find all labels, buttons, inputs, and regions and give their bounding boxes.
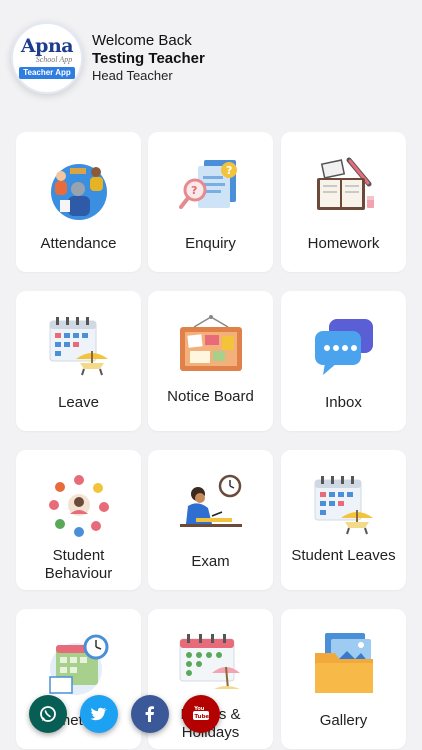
tile-student-leaves[interactable]: Student Leaves — [281, 450, 406, 590]
tile-leave[interactable]: Leave — [16, 291, 141, 431]
leave-calendar-icon — [49, 317, 108, 376]
apna-school-logo: Apna School App Teacher App — [11, 22, 83, 94]
facebook-icon — [145, 706, 154, 722]
student-leaves-calendar-icon — [314, 476, 373, 535]
tile-label: Attendance — [40, 235, 117, 252]
twitter-bird-icon — [90, 707, 107, 721]
user-name: Testing Teacher — [92, 50, 205, 67]
whatsapp-icon — [40, 706, 56, 722]
logo-subtext: School App — [35, 55, 73, 64]
tile-enquiry[interactable]: ? ? Enquiry — [148, 132, 273, 272]
tile-notice-board[interactable]: Notice Board — [148, 291, 273, 431]
tile-label: Leave — [58, 394, 99, 411]
whatsapp-button[interactable] — [29, 695, 67, 733]
tile-homework[interactable]: Homework — [281, 132, 406, 272]
tile-label: Student Leaves — [291, 547, 396, 564]
user-role: Head Teacher — [92, 68, 173, 83]
welcome-text: Welcome Back — [92, 32, 192, 49]
chat-bubbles-icon — [315, 319, 373, 375]
tile-label: Exam — [191, 553, 230, 570]
behaviour-icon — [49, 475, 109, 537]
logo-text: Apna — [20, 35, 74, 57]
tile-label: Gallery — [319, 712, 368, 729]
tile-gallery[interactable]: Gallery — [281, 609, 406, 749]
svg-text:You: You — [193, 706, 205, 712]
tile-label: Inbox — [325, 394, 362, 411]
logo-badge: Teacher App — [19, 67, 75, 79]
attendance-icon — [51, 164, 107, 220]
enquiry-icon: ? ? — [179, 160, 237, 209]
app-header: Apna School App Teacher App Welcome Back… — [0, 0, 422, 118]
timetable-icon — [49, 634, 109, 695]
homework-icon — [317, 157, 374, 210]
gallery-icon — [315, 633, 373, 693]
svg-text:?: ? — [191, 184, 197, 197]
tile-label: Enquiry — [185, 235, 236, 252]
youtube-button[interactable]: You Tube — [182, 695, 220, 733]
svg-text:Tube: Tube — [194, 714, 209, 720]
events-holidays-icon — [179, 634, 240, 690]
tile-label: Student Behaviour — [44, 547, 113, 582]
svg-text:?: ? — [226, 164, 232, 177]
tile-attendance[interactable]: Attendance — [16, 132, 141, 272]
tile-exam[interactable]: Exam — [148, 450, 273, 590]
tile-label: Homework — [307, 235, 380, 252]
tile-label: Notice Board — [167, 388, 254, 405]
tile-student-behaviour[interactable]: Student Behaviour — [16, 450, 141, 590]
youtube-icon: You Tube — [193, 706, 209, 720]
twitter-button[interactable] — [80, 695, 118, 733]
facebook-button[interactable] — [131, 695, 169, 733]
notice-board-icon — [180, 315, 242, 371]
exam-icon — [180, 474, 242, 527]
user-info: Welcome Back Testing Teacher Head Teache… — [92, 32, 205, 84]
tile-inbox[interactable]: Inbox — [281, 291, 406, 431]
